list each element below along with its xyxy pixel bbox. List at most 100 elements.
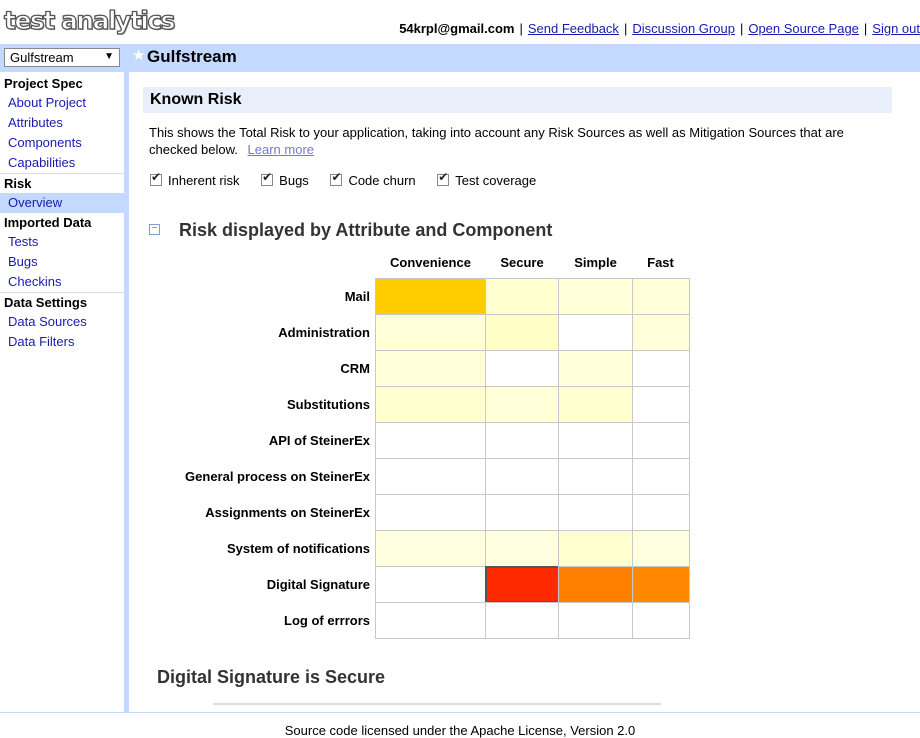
project-bar: Gulfstream ▼ ★ Gulfstream — [0, 44, 920, 72]
risk-cell[interactable] — [632, 566, 690, 603]
open-source-page-link[interactable]: Open Source Page — [748, 21, 859, 36]
row-header: API of SteinerEx — [268, 433, 370, 448]
column-header-fast: Fast — [647, 255, 674, 270]
risk-cell[interactable] — [558, 314, 634, 351]
risk-cell[interactable] — [375, 494, 487, 531]
sidebar-item-tests[interactable]: Tests — [0, 232, 125, 252]
row-header: General process on SteinerEx — [185, 469, 370, 484]
risk-cell[interactable] — [558, 494, 634, 531]
checkbox-checked-icon[interactable] — [330, 170, 343, 186]
risk-cell[interactable] — [485, 530, 560, 567]
risk-cell[interactable] — [485, 602, 560, 639]
footer-divider — [0, 712, 920, 713]
risk-cell[interactable] — [632, 278, 690, 315]
sidebar-item-capabilities[interactable]: Capabilities — [0, 153, 125, 173]
sidebar-item-checkins[interactable]: Checkins — [0, 272, 125, 292]
risk-cell[interactable] — [558, 530, 634, 567]
checkbox-label: Inherent risk — [168, 173, 240, 188]
risk-cell[interactable] — [485, 278, 560, 315]
row-header: Log of errrors — [284, 613, 370, 628]
risk-cell[interactable] — [485, 458, 560, 495]
checkbox-checked-icon[interactable] — [261, 170, 274, 186]
dropdown-arrow-icon: ▼ — [104, 51, 114, 62]
column-header-secure: Secure — [500, 255, 544, 270]
risk-cell[interactable] — [632, 314, 690, 351]
checkbox-label: Bugs — [279, 173, 309, 188]
discussion-group-link[interactable]: Discussion Group — [632, 21, 735, 36]
row-header: Assignments on SteinerEx — [205, 505, 370, 520]
risk-cell[interactable] — [632, 350, 690, 387]
app-logo: test analytics — [3, 5, 176, 35]
risk-cell[interactable] — [558, 422, 634, 459]
checkbox-bugs[interactable]: Bugs — [261, 170, 309, 188]
row-header: Substitutions — [286, 397, 370, 412]
risk-cell[interactable] — [632, 458, 690, 495]
sidebar-item-data-filters[interactable]: Data Filters — [0, 332, 125, 352]
sidebar-border — [124, 72, 129, 712]
section-title: Risk displayed by Attribute and Componen… — [179, 220, 553, 240]
risk-cell[interactable] — [558, 602, 634, 639]
sidebar-item-overview[interactable]: Overview — [0, 193, 125, 213]
risk-cell[interactable] — [632, 530, 690, 567]
checkbox-label: Code churn — [348, 173, 416, 188]
page-title: Known Risk — [143, 87, 892, 113]
row-header: Digital Signature — [266, 577, 370, 592]
detail-title: Digital Signature is Secure — [157, 667, 386, 687]
risk-cell[interactable] — [375, 350, 487, 387]
risk-cell[interactable] — [375, 386, 487, 423]
risk-cell[interactable] — [558, 386, 634, 423]
risk-cell[interactable] — [485, 494, 560, 531]
risk-description: This shows the Total Risk to your applic… — [149, 124, 879, 158]
row-header: Administration — [278, 325, 370, 340]
risk-cell[interactable] — [375, 566, 487, 603]
checkbox-checked-icon[interactable] — [437, 170, 450, 186]
sign-out-link[interactable]: Sign out — [872, 21, 920, 36]
risk-cell[interactable] — [375, 602, 487, 639]
risk-cell[interactable] — [558, 278, 634, 315]
checkbox-checked-icon[interactable] — [150, 170, 162, 186]
risk-cell[interactable] — [375, 422, 487, 459]
detail-divider — [213, 703, 661, 705]
star-icon[interactable]: ★ — [132, 46, 145, 64]
risk-cell[interactable] — [632, 422, 690, 459]
risk-cell[interactable] — [485, 350, 560, 387]
row-header: CRM — [340, 361, 370, 376]
sidebar-item-attributes[interactable]: Attributes — [0, 113, 125, 133]
learn-more-link[interactable]: Learn more — [248, 142, 314, 157]
collapse-icon[interactable]: − — [149, 224, 160, 235]
risk-cell[interactable] — [375, 278, 487, 315]
sidebar-item-components[interactable]: Components — [0, 133, 125, 153]
risk-cell[interactable] — [632, 494, 690, 531]
sidebar-group-risk: Risk — [4, 176, 32, 191]
project-title: Gulfstream — [147, 47, 237, 66]
sidebar-group-imported-data: Imported Data — [4, 215, 92, 230]
risk-cell[interactable] — [632, 602, 690, 639]
risk-cell[interactable] — [485, 314, 560, 351]
column-header-convenience: Convenience — [390, 255, 471, 270]
checkbox-test-coverage[interactable]: Test coverage — [437, 170, 537, 188]
risk-cell[interactable] — [375, 530, 487, 567]
checkbox-inherent-risk[interactable]: Inherent risk — [150, 170, 240, 188]
top-links: 54krpl@gmail.com | Send Feedback | Discussio… — [399, 21, 920, 36]
risk-cell[interactable] — [375, 314, 487, 351]
sidebar-group-project-spec: Project Spec — [4, 76, 83, 91]
row-header: Mail — [344, 289, 370, 304]
risk-cell[interactable] — [558, 458, 634, 495]
risk-cell[interactable] — [558, 350, 634, 387]
sidebar-item-bugs[interactable]: Bugs — [0, 252, 125, 272]
checkbox-label: Test coverage — [455, 173, 537, 188]
column-header-simple: Simple — [574, 255, 617, 270]
risk-cell[interactable] — [485, 422, 560, 459]
project-select[interactable]: Gulfstream ▼ — [4, 48, 120, 67]
checkbox-code-churn[interactable]: Code churn — [330, 170, 416, 188]
sidebar-item-about-project[interactable]: About Project — [0, 93, 125, 113]
risk-cell[interactable] — [375, 458, 487, 495]
risk-cell[interactable] — [485, 386, 560, 423]
project-select-value: Gulfstream — [10, 50, 74, 65]
user-email: 54krpl@gmail.com — [399, 21, 515, 36]
risk-cell[interactable] — [485, 566, 560, 603]
send-feedback-link[interactable]: Send Feedback — [528, 21, 619, 36]
sidebar-item-data-sources[interactable]: Data Sources — [0, 312, 125, 332]
risk-cell[interactable] — [632, 386, 690, 423]
risk-cell[interactable] — [558, 566, 634, 603]
